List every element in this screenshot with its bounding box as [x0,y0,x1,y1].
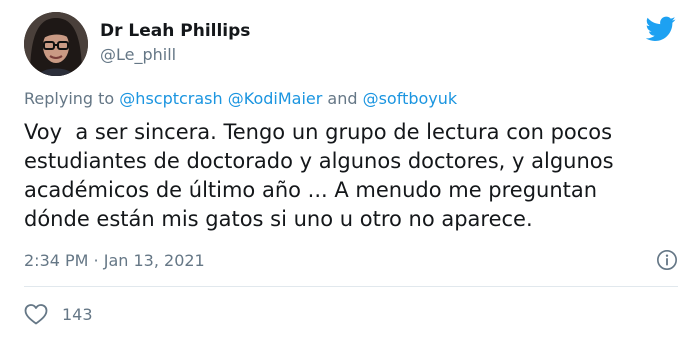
tweet-timestamp[interactable]: 2:34 PM · Jan 13, 2021 [24,250,205,272]
divider [24,286,678,287]
like-action[interactable]: 143 [24,300,93,328]
twitter-bird-icon[interactable] [646,16,676,42]
avatar[interactable] [24,12,88,76]
info-icon[interactable] [656,249,678,271]
replying-to: Replying to @hscptcrash @KodiMaier and @… [24,88,457,110]
display-name[interactable]: Dr Leah Phillips [100,20,250,42]
mention-link[interactable]: @KodiMaier [228,89,323,108]
user-handle[interactable]: @Le_phill [100,44,250,66]
replying-to-conjunction: and [322,89,363,108]
heart-icon[interactable] [24,303,48,325]
tweet-text: Voy a ser sincera. Tengo un grupo de lec… [24,120,614,231]
like-count: 143 [62,304,93,324]
tweet-header: Dr Leah Phillips @Le_phill [24,12,676,76]
mention-link[interactable]: @softboyuk [363,89,458,108]
user-meta: Dr Leah Phillips @Le_phill [100,20,250,66]
mention-link[interactable]: @hscptcrash [119,89,222,108]
replying-to-label: Replying to [24,89,120,108]
avatar-photo [24,12,88,76]
tweet-card: Dr Leah Phillips @Le_phill Replying to @… [0,0,700,341]
